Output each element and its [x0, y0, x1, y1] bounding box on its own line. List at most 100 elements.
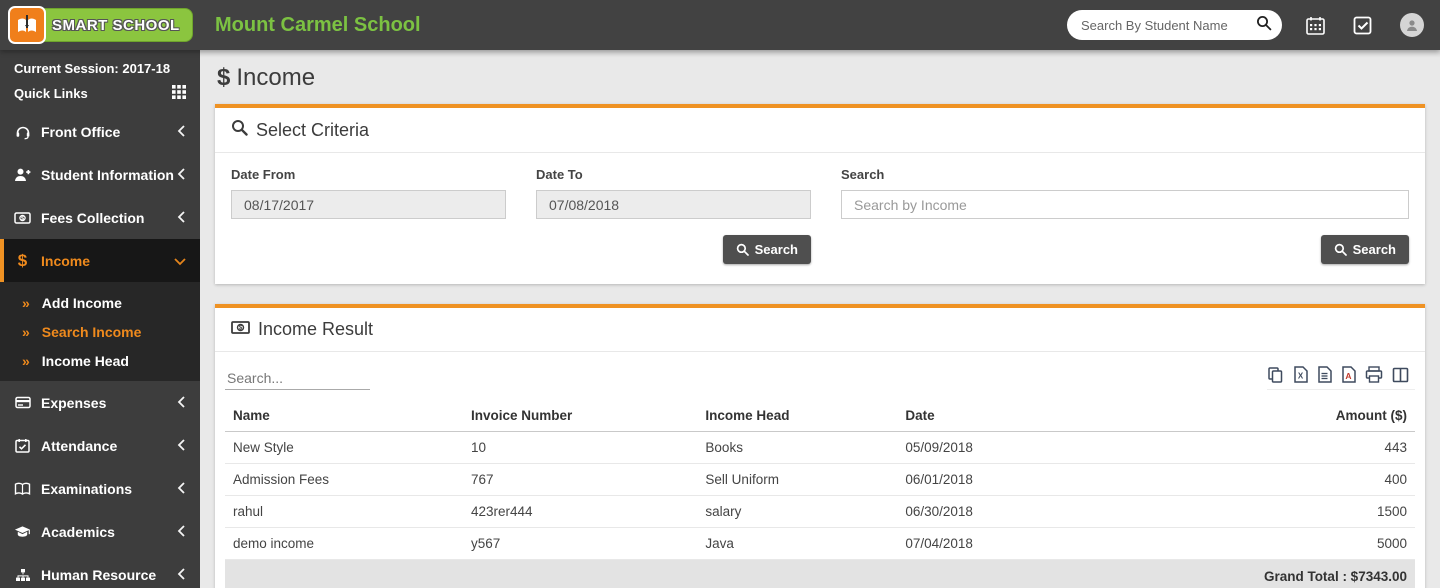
svg-text:$: $ — [21, 216, 24, 222]
select-criteria-header: Select Criteria — [215, 108, 1425, 153]
sidebar-subitem-add-income[interactable]: » Add Income — [0, 288, 200, 317]
cell-date: 06/30/2018 — [897, 495, 1172, 528]
grid-icon[interactable] — [172, 85, 186, 102]
table-row: demo income y567 Java 07/04/2018 5000 — [225, 527, 1415, 560]
income-search-button[interactable]: Search — [1320, 235, 1409, 264]
money-icon: $ — [231, 319, 250, 340]
export-toolbar: X A — [1267, 366, 1415, 390]
date-from-input[interactable] — [231, 190, 506, 219]
svg-text:A: A — [1345, 371, 1351, 381]
sidebar-subitem-search-income[interactable]: » Search Income — [0, 317, 200, 346]
date-to-input[interactable] — [536, 190, 811, 219]
book-logo-icon — [8, 6, 46, 44]
cell-invoice: y567 — [463, 527, 698, 560]
sidebar-subitem-income-head[interactable]: » Income Head — [0, 346, 200, 375]
app-window: SMART SCHOOL Mount Carmel School Current… — [0, 0, 1440, 588]
column-header-date[interactable]: Date — [897, 400, 1172, 432]
main-content: $ Income Select Criteria Date From 08/17… — [200, 50, 1440, 588]
chevron-left-icon — [177, 124, 186, 140]
chevron-left-icon — [177, 210, 186, 226]
sidebar-item-label: Expenses — [41, 394, 107, 411]
chevron-left-icon — [177, 395, 186, 411]
svg-text:$: $ — [239, 326, 243, 332]
student-search-input[interactable] — [1081, 17, 1256, 33]
cell-amount: 1500 — [1171, 495, 1415, 528]
calendar-check-icon — [14, 437, 31, 454]
double-chevron-icon: » — [22, 352, 30, 369]
excel-icon[interactable]: X — [1293, 366, 1308, 383]
date-from-field: Date From — [231, 167, 506, 219]
column-header-name[interactable]: Name — [225, 400, 463, 432]
income-table: Name Invoice Number Income Head Date Amo… — [225, 400, 1415, 588]
calendar-icon[interactable] — [1306, 16, 1325, 35]
smart-school-logo[interactable]: SMART SCHOOL — [8, 6, 193, 44]
subitem-label: Search Income — [41, 323, 142, 340]
sidebar-item-label: Student Information — [41, 166, 174, 183]
cell-amount: 5000 — [1171, 527, 1415, 560]
table-search-input[interactable] — [225, 367, 370, 390]
sidebar-item-human-resource[interactable]: Human Resource — [0, 553, 200, 588]
income-submenu: » Add Income » Search Income » Income He… — [0, 282, 200, 381]
select-criteria-panel: Select Criteria Date From Date To — [215, 104, 1425, 284]
sidebar-item-label: Attendance — [41, 437, 118, 454]
sidebar-item-fees-collection[interactable]: $ Fees Collection — [0, 196, 200, 239]
select-criteria-title: Select Criteria — [256, 119, 370, 140]
pdf-icon[interactable]: A — [1341, 366, 1356, 383]
copy-icon[interactable] — [1267, 366, 1284, 383]
cell-amount: 443 — [1171, 431, 1415, 464]
print-icon[interactable] — [1365, 366, 1383, 383]
sitemap-icon — [14, 566, 31, 583]
sidebar-item-expenses[interactable]: Expenses — [0, 381, 200, 424]
cell-invoice: 10 — [463, 431, 698, 464]
grand-total-row: Grand Total : $7343.00 — [225, 559, 1415, 588]
income-result-title: Income Result — [258, 319, 374, 339]
quick-links[interactable]: Quick Links — [0, 76, 200, 110]
sidebar-item-academics[interactable]: Academics — [0, 510, 200, 553]
search-label: Search — [841, 167, 885, 182]
income-table-wrap: Name Invoice Number Income Head Date Amo… — [215, 396, 1425, 588]
csv-icon[interactable] — [1317, 366, 1332, 383]
sidebar-item-attendance[interactable]: Attendance — [0, 424, 200, 467]
student-search-box[interactable] — [1067, 10, 1282, 40]
sidebar-item-front-office[interactable]: Front Office — [0, 110, 200, 153]
subitem-label: Add Income — [41, 294, 122, 311]
chevron-left-icon — [177, 438, 186, 454]
school-name-title: Mount Carmel School — [215, 13, 421, 36]
date-search-button[interactable]: Search — [722, 235, 811, 264]
graduation-cap-icon — [14, 523, 31, 540]
date-to-label: Date To — [536, 167, 583, 182]
user-avatar[interactable] — [1400, 13, 1424, 37]
cell-date: 07/04/2018 — [897, 527, 1172, 560]
cell-name: demo income — [225, 527, 463, 560]
page-title: $ Income — [217, 64, 316, 91]
column-header-amount[interactable]: Amount ($) — [1171, 400, 1415, 432]
sidebar-item-examinations[interactable]: Examinations — [0, 467, 200, 510]
tasks-icon[interactable] — [1353, 16, 1372, 35]
current-session-label: Current Session: 2017-18 — [14, 61, 171, 76]
cell-invoice: 423rer444 — [463, 495, 698, 528]
search-icon — [231, 119, 248, 141]
columns-icon[interactable] — [1392, 367, 1409, 383]
chevron-left-icon — [177, 167, 186, 183]
chevron-left-icon — [177, 567, 186, 583]
sidebar-item-student-information[interactable]: Student Information — [0, 153, 200, 196]
date-from-label: Date From — [231, 167, 296, 182]
cell-income-head: Books — [697, 431, 898, 464]
income-search-input[interactable] — [841, 190, 1409, 219]
income-result-header: $ Income Result — [215, 308, 1425, 352]
quick-links-label: Quick Links — [14, 86, 88, 101]
subitem-label: Income Head — [41, 352, 129, 369]
cell-amount: 400 — [1171, 463, 1415, 496]
cell-name: New Style — [225, 431, 463, 464]
search-icon[interactable] — [1256, 15, 1272, 36]
sidebar-item-income[interactable]: $ Income — [0, 239, 200, 282]
sidebar-item-label: Examinations — [41, 480, 133, 497]
column-header-invoice-number[interactable]: Invoice Number — [463, 400, 698, 432]
cell-income-head: Sell Uniform — [697, 463, 898, 496]
grand-total-value: Grand Total : $7343.00 — [225, 559, 1415, 588]
column-header-income-head[interactable]: Income Head — [697, 400, 898, 432]
income-search-field: Search — [841, 167, 1409, 219]
double-chevron-icon: » — [22, 323, 30, 340]
logo-zone[interactable]: SMART SCHOOL — [0, 6, 200, 44]
table-toolbar: X A — [215, 352, 1425, 396]
